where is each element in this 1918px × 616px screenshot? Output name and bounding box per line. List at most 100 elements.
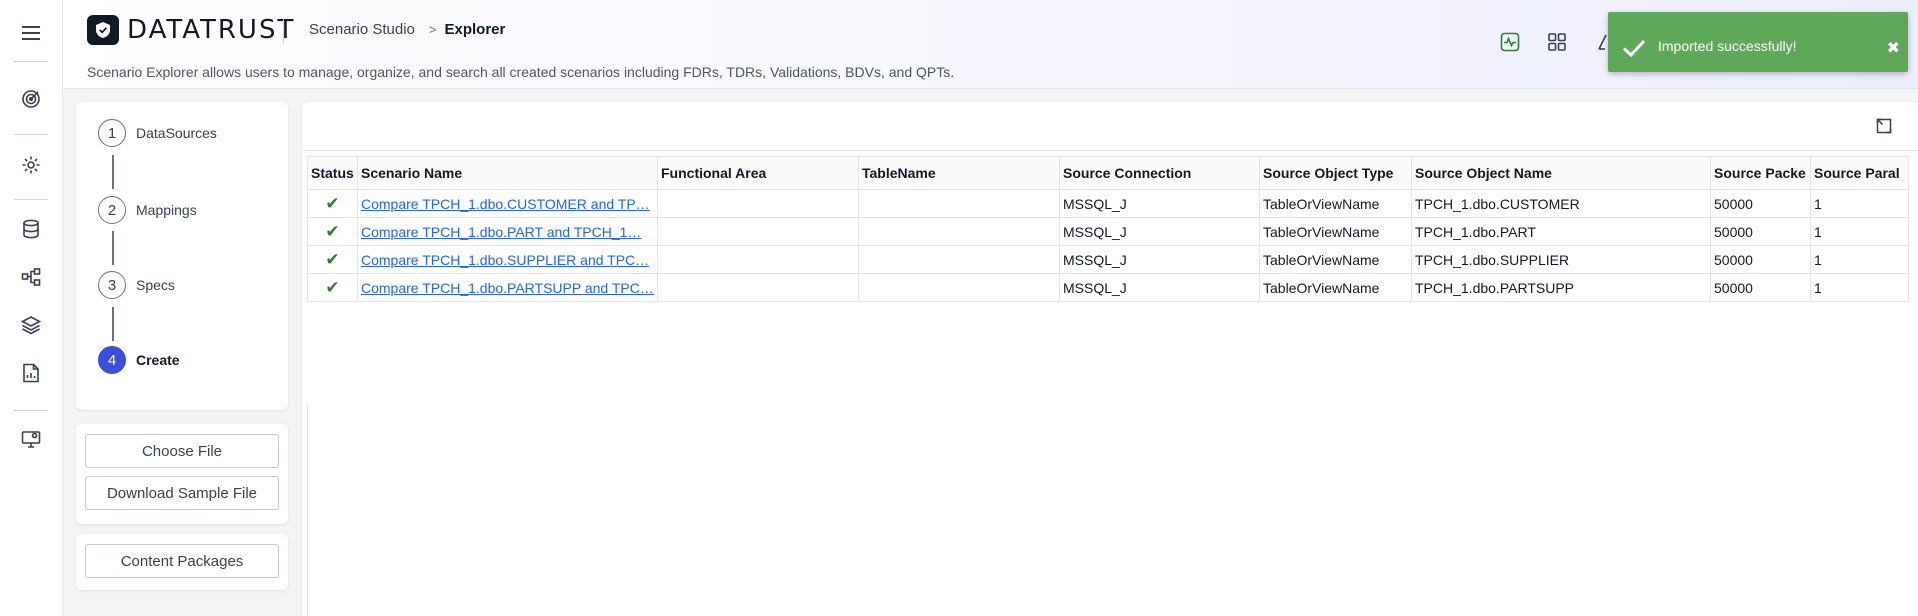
scenario-link[interactable]: Compare TPCH_1.dbo.PARTSUPP and TPC… <box>361 280 654 296</box>
step-number: 4 <box>98 346 126 374</box>
grid-empty-area <box>307 404 1918 616</box>
source-packet-cell: 50000 <box>1710 245 1811 274</box>
content-packages-panel: Content Packages <box>76 534 288 590</box>
scenario-link[interactable]: Compare TPCH_1.dbo.SUPPLIER and TPC… <box>361 252 649 268</box>
source-connection-cell: MSSQL_J <box>1059 245 1260 274</box>
rail-divider <box>14 410 48 411</box>
choose-file-button[interactable]: Choose File <box>85 434 279 468</box>
logo-text: DATATRUST <box>127 15 296 45</box>
rail-divider <box>14 134 48 135</box>
source-parallel-cell: 1 <box>1810 245 1909 274</box>
source-object-type-cell: TableOrViewName <box>1259 245 1412 274</box>
step-connector <box>112 231 114 265</box>
scenario-link[interactable]: Compare TPCH_1.dbo.CUSTOMER and TP… <box>361 196 650 212</box>
page-description: Scenario Explorer allows users to manage… <box>87 64 955 80</box>
table-name-cell <box>858 217 1060 246</box>
table-name-cell <box>858 189 1060 218</box>
table-name-cell <box>858 245 1060 274</box>
left-rail <box>0 0 63 616</box>
column-header-source-packet[interactable]: Source Packe <box>1710 156 1811 190</box>
breadcrumb: Scenario Studio > Explorer <box>309 21 505 38</box>
functional-area-cell <box>657 217 859 246</box>
status-check-icon: ✔ <box>307 189 358 218</box>
scenario-grid-panel: Status Scenario Name Functional Area Tab… <box>302 102 1918 616</box>
source-packet-cell: 50000 <box>1710 189 1811 218</box>
report-icon[interactable] <box>19 361 43 385</box>
chevron-right-icon: > <box>428 22 437 37</box>
column-header-functional-area[interactable]: Functional Area <box>657 156 859 190</box>
grid-toolbar <box>302 102 1918 151</box>
content-packages-button[interactable]: Content Packages <box>85 544 279 578</box>
functional-area-cell <box>657 273 859 302</box>
scenario-name-cell: Compare TPCH_1.dbo.CUSTOMER and TP… <box>357 189 658 218</box>
source-parallel-cell: 1 <box>1810 189 1909 218</box>
table-header-row: Status Scenario Name Functional Area Tab… <box>307 156 1909 190</box>
database-icon[interactable] <box>19 217 43 241</box>
step-number: 2 <box>98 196 126 224</box>
source-parallel-cell: 1 <box>1810 273 1909 302</box>
gear-icon[interactable] <box>19 153 43 177</box>
source-object-name-cell: TPCH_1.dbo.PARTSUPP <box>1411 273 1711 302</box>
scenario-table: Status Scenario Name Functional Area Tab… <box>307 156 1909 302</box>
step-mappings[interactable]: 2 Mappings <box>98 196 197 224</box>
source-packet-cell: 50000 <box>1710 273 1811 302</box>
column-header-source-parallel[interactable]: Source Paral <box>1810 156 1909 190</box>
column-header-status[interactable]: Status <box>307 156 358 190</box>
activity-icon[interactable] <box>1500 32 1522 54</box>
source-connection-cell: MSSQL_J <box>1059 189 1260 218</box>
scenario-name-cell: Compare TPCH_1.dbo.PARTSUPP and TPC… <box>357 273 658 302</box>
step-number: 1 <box>98 119 126 147</box>
column-header-scenario-name[interactable]: Scenario Name <box>357 156 658 190</box>
table-row[interactable]: ✔ Compare TPCH_1.dbo.SUPPLIER and TPC… M… <box>307 245 1909 274</box>
source-object-name-cell: TPCH_1.dbo.PART <box>1411 217 1711 246</box>
step-label: Mappings <box>136 202 197 218</box>
rail-divider <box>14 199 48 200</box>
column-header-table-name[interactable]: TableName <box>858 156 1060 190</box>
step-datasources[interactable]: 1 DataSources <box>98 119 217 147</box>
logo[interactable]: DATATRUST <box>87 15 295 45</box>
menu-icon[interactable] <box>19 21 43 45</box>
source-object-name-cell: TPCH_1.dbo.CUSTOMER <box>1411 189 1711 218</box>
scenario-name-cell: Compare TPCH_1.dbo.SUPPLIER and TPC… <box>357 245 658 274</box>
step-number: 3 <box>98 271 126 299</box>
source-packet-cell: 50000 <box>1710 217 1811 246</box>
close-icon[interactable]: ✖ <box>1887 38 1900 58</box>
source-object-type-cell: TableOrViewName <box>1259 217 1412 246</box>
scenario-name-cell: Compare TPCH_1.dbo.PART and TPCH_1… <box>357 217 658 246</box>
table-row[interactable]: ✔ Compare TPCH_1.dbo.CUSTOMER and TP… MS… <box>307 189 1909 218</box>
source-connection-cell: MSSQL_J <box>1059 217 1260 246</box>
header-divider <box>283 18 284 44</box>
table-row[interactable]: ✔ Compare TPCH_1.dbo.PART and TPCH_1… MS… <box>307 217 1909 246</box>
step-label: Specs <box>136 277 175 293</box>
breadcrumb-explorer: Explorer <box>444 21 506 38</box>
status-check-icon: ✔ <box>307 273 358 302</box>
column-header-source-object-type[interactable]: Source Object Type <box>1259 156 1412 190</box>
functional-area-cell <box>657 189 859 218</box>
source-object-name-cell: TPCH_1.dbo.SUPPLIER <box>1411 245 1711 274</box>
table-name-cell <box>858 273 1060 302</box>
monitor-settings-icon[interactable] <box>19 427 43 451</box>
target-icon[interactable] <box>19 87 43 111</box>
step-create[interactable]: 4 Create <box>98 346 180 374</box>
column-header-source-connection[interactable]: Source Connection <box>1059 156 1260 190</box>
step-connector <box>112 155 114 189</box>
shield-check-icon <box>87 15 119 45</box>
status-check-icon: ✔ <box>307 217 358 246</box>
layers-icon[interactable] <box>19 313 43 337</box>
breadcrumb-scenario-studio[interactable]: Scenario Studio <box>309 21 415 38</box>
column-header-source-object-name[interactable]: Source Object Name <box>1411 156 1711 190</box>
expand-icon[interactable] <box>1876 118 1892 139</box>
table-row[interactable]: ✔ Compare TPCH_1.dbo.PARTSUPP and TPC… M… <box>307 273 1909 302</box>
functional-area-cell <box>657 245 859 274</box>
step-specs[interactable]: 3 Specs <box>98 271 175 299</box>
step-connector <box>112 307 114 341</box>
download-sample-button[interactable]: Download Sample File <box>85 476 279 510</box>
graph-nodes-icon[interactable] <box>19 265 43 289</box>
notification-icon[interactable] <box>1596 32 1608 54</box>
file-actions-panel: Choose File Download Sample File <box>76 424 288 524</box>
step-label: Create <box>136 352 180 368</box>
scenario-link[interactable]: Compare TPCH_1.dbo.PART and TPCH_1… <box>361 224 641 240</box>
source-connection-cell: MSSQL_J <box>1059 273 1260 302</box>
apps-grid-icon[interactable] <box>1547 32 1569 54</box>
source-object-type-cell: TableOrViewName <box>1259 273 1412 302</box>
